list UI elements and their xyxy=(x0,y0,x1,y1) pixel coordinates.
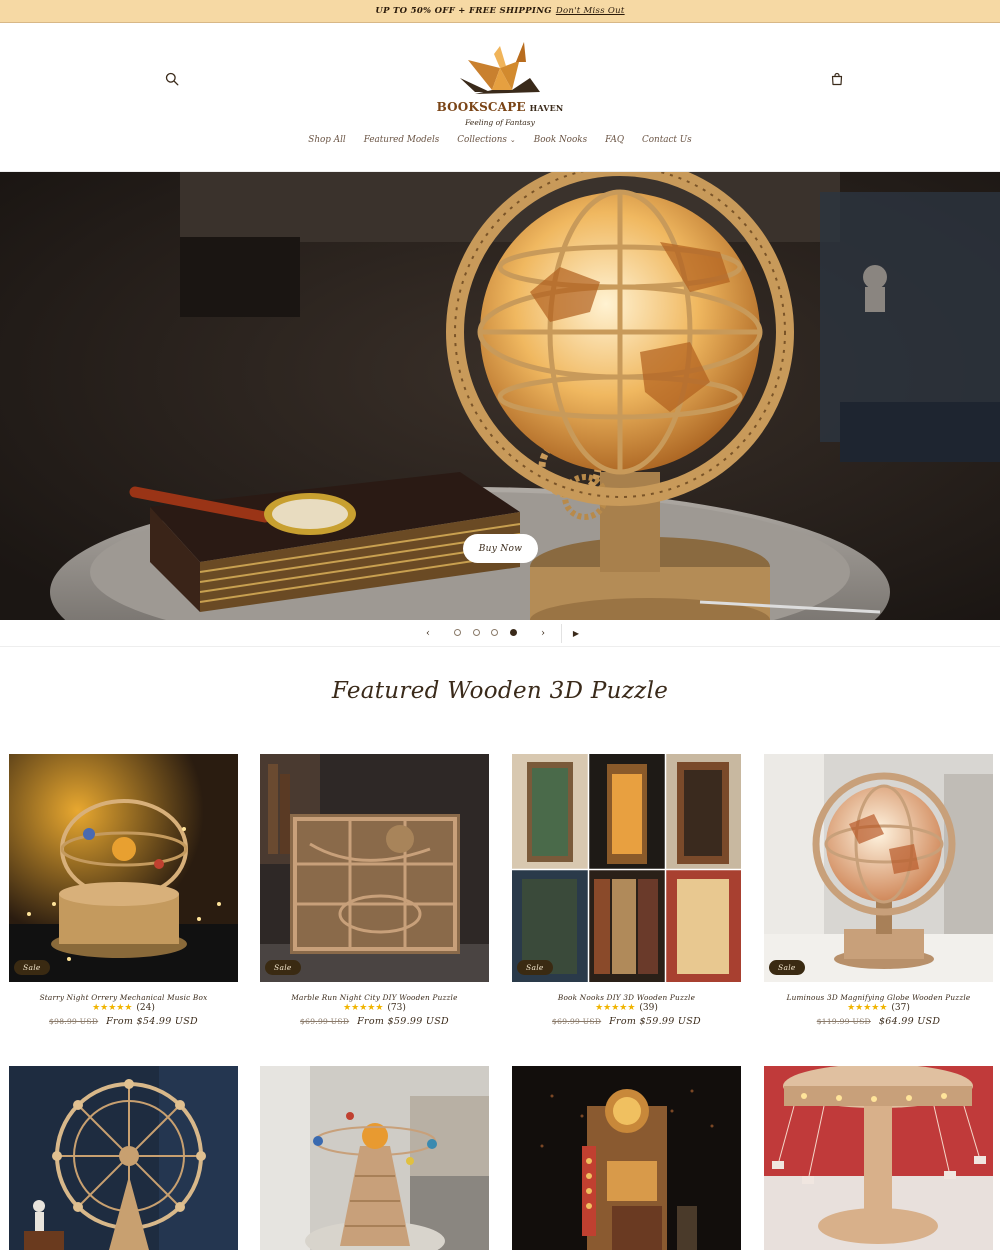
product-price: $119.99 USD $64.99 USD xyxy=(764,1016,993,1027)
product-card[interactable]: Sale Marble Run Night City DIY Wooden Pu… xyxy=(260,754,489,1027)
rating-count: (24) xyxy=(136,1003,155,1013)
product-card[interactable] xyxy=(260,1066,489,1250)
slide-dot-4[interactable] xyxy=(510,629,517,636)
product-card[interactable]: Sale Book Nooks DIY 3D Wooden Puzzle ★★★… xyxy=(512,754,741,1027)
product-title[interactable]: Starry Night Orrery Mechanical Music Box xyxy=(9,993,238,1002)
slideshow-play-button[interactable]: ▶ xyxy=(566,620,586,647)
slide-dot-3[interactable] xyxy=(491,629,498,636)
product-image[interactable]: Sale xyxy=(764,754,993,982)
logo-crane-icon xyxy=(460,42,540,94)
product-card[interactable] xyxy=(512,1066,741,1250)
product-image[interactable]: Sale xyxy=(9,754,238,982)
announcement-link[interactable]: Don't Miss Out xyxy=(556,6,625,16)
nav-shop-all[interactable]: Shop All xyxy=(299,135,354,145)
product-image[interactable]: Sale xyxy=(260,754,489,982)
compare-price: $69.99 USD xyxy=(552,1017,602,1026)
chevron-left-icon: ‹ xyxy=(426,628,430,639)
compare-price: $98.99 USD xyxy=(49,1017,99,1026)
slideshow-controls: ‹ › ▶ xyxy=(0,620,1000,647)
rating-stars-icon: ★★★★★ xyxy=(595,1003,636,1013)
product-image[interactable] xyxy=(512,1066,741,1250)
nav-contact-us[interactable]: Contact Us xyxy=(633,135,701,145)
featured-section-title: Featured Wooden 3D Puzzle xyxy=(331,678,669,704)
sale-price: From $59.99 USD xyxy=(609,1016,701,1027)
rating-stars-icon: ★★★★★ xyxy=(847,1003,888,1013)
product-card[interactable] xyxy=(764,1066,993,1250)
site-logo[interactable]: BOOKSCAPE HAVEN Feeling of Fantasy xyxy=(430,40,570,127)
search-icon xyxy=(165,72,179,86)
product-rating: ★★★★★ (39) xyxy=(512,1003,741,1013)
sale-price: From $59.99 USD xyxy=(357,1016,449,1027)
sale-badge: Sale xyxy=(14,960,50,975)
product-rating: ★★★★★ (37) xyxy=(764,1003,993,1013)
product-price: $69.99 USD From $59.99 USD xyxy=(512,1016,741,1027)
product-rating: ★★★★★ (24) xyxy=(9,1003,238,1013)
product-price: $98.99 USD From $54.99 USD xyxy=(9,1016,238,1027)
slide-prev-button[interactable]: ‹ xyxy=(418,620,438,647)
rating-stars-icon: ★★★★★ xyxy=(343,1003,384,1013)
product-title[interactable]: Book Nooks DIY 3D Wooden Puzzle xyxy=(512,993,741,1002)
rating-count: (39) xyxy=(639,1003,658,1013)
product-card[interactable] xyxy=(9,1066,238,1250)
rating-count: (37) xyxy=(891,1003,910,1013)
product-card[interactable]: Sale Starry Night Orrery Mechanical Musi… xyxy=(9,754,238,1027)
sale-badge: Sale xyxy=(517,960,553,975)
sale-badge: Sale xyxy=(769,960,805,975)
product-image[interactable] xyxy=(764,1066,993,1250)
slide-dot-1[interactable] xyxy=(454,629,461,636)
compare-price: $119.99 USD xyxy=(816,1017,871,1026)
product-title[interactable]: Luminous 3D Magnifying Globe Wooden Puzz… xyxy=(764,993,993,1002)
slide-dot-2[interactable] xyxy=(473,629,480,636)
nav-collections[interactable]: Collections ⌄ xyxy=(448,135,525,145)
nav-faq[interactable]: FAQ xyxy=(596,135,633,145)
product-image[interactable]: Sale xyxy=(512,754,741,982)
play-icon: ▶ xyxy=(572,629,580,638)
product-image[interactable] xyxy=(9,1066,238,1250)
sale-badge: Sale xyxy=(265,960,301,975)
announcement-promo: UP TO 50% OFF + FREE SHIPPING xyxy=(375,6,552,16)
product-image[interactable] xyxy=(260,1066,489,1250)
sale-price: $64.99 USD xyxy=(878,1016,941,1027)
compare-price: $69.99 USD xyxy=(300,1017,350,1026)
product-price: $69.99 USD From $59.99 USD xyxy=(260,1016,489,1027)
rating-stars-icon: ★★★★★ xyxy=(92,1003,133,1013)
slide-next-button[interactable]: › xyxy=(533,620,553,647)
announcement-bar: UP TO 50% OFF + FREE SHIPPING Don't Miss… xyxy=(0,0,1000,23)
chevron-down-icon: ⌄ xyxy=(509,136,516,144)
controls-divider xyxy=(561,624,562,643)
rating-count: (73) xyxy=(387,1003,406,1013)
sale-price: From $54.99 USD xyxy=(106,1016,198,1027)
search-button[interactable] xyxy=(160,67,184,91)
chevron-right-icon: › xyxy=(541,628,545,639)
cart-icon xyxy=(831,72,843,86)
cart-button[interactable] xyxy=(825,67,849,91)
product-card[interactable]: Sale Luminous 3D Magnifying Globe Wooden… xyxy=(764,754,993,1027)
nav-featured-models[interactable]: Featured Models xyxy=(355,135,449,145)
product-title[interactable]: Marble Run Night City DIY Wooden Puzzle xyxy=(260,993,489,1002)
nav-book-nooks[interactable]: Book Nooks xyxy=(525,135,596,145)
buy-now-button[interactable]: Buy Now xyxy=(463,534,538,563)
main-nav: Shop All Featured Models Collections ⌄ Bo… xyxy=(0,135,1000,145)
logo-tagline: Feeling of Fantasy xyxy=(465,118,535,127)
logo-name: BOOKSCAPE HAVEN xyxy=(436,100,564,114)
product-rating: ★★★★★ (73) xyxy=(260,1003,489,1013)
site-header: BOOKSCAPE HAVEN Feeling of Fantasy Shop … xyxy=(0,24,1000,172)
